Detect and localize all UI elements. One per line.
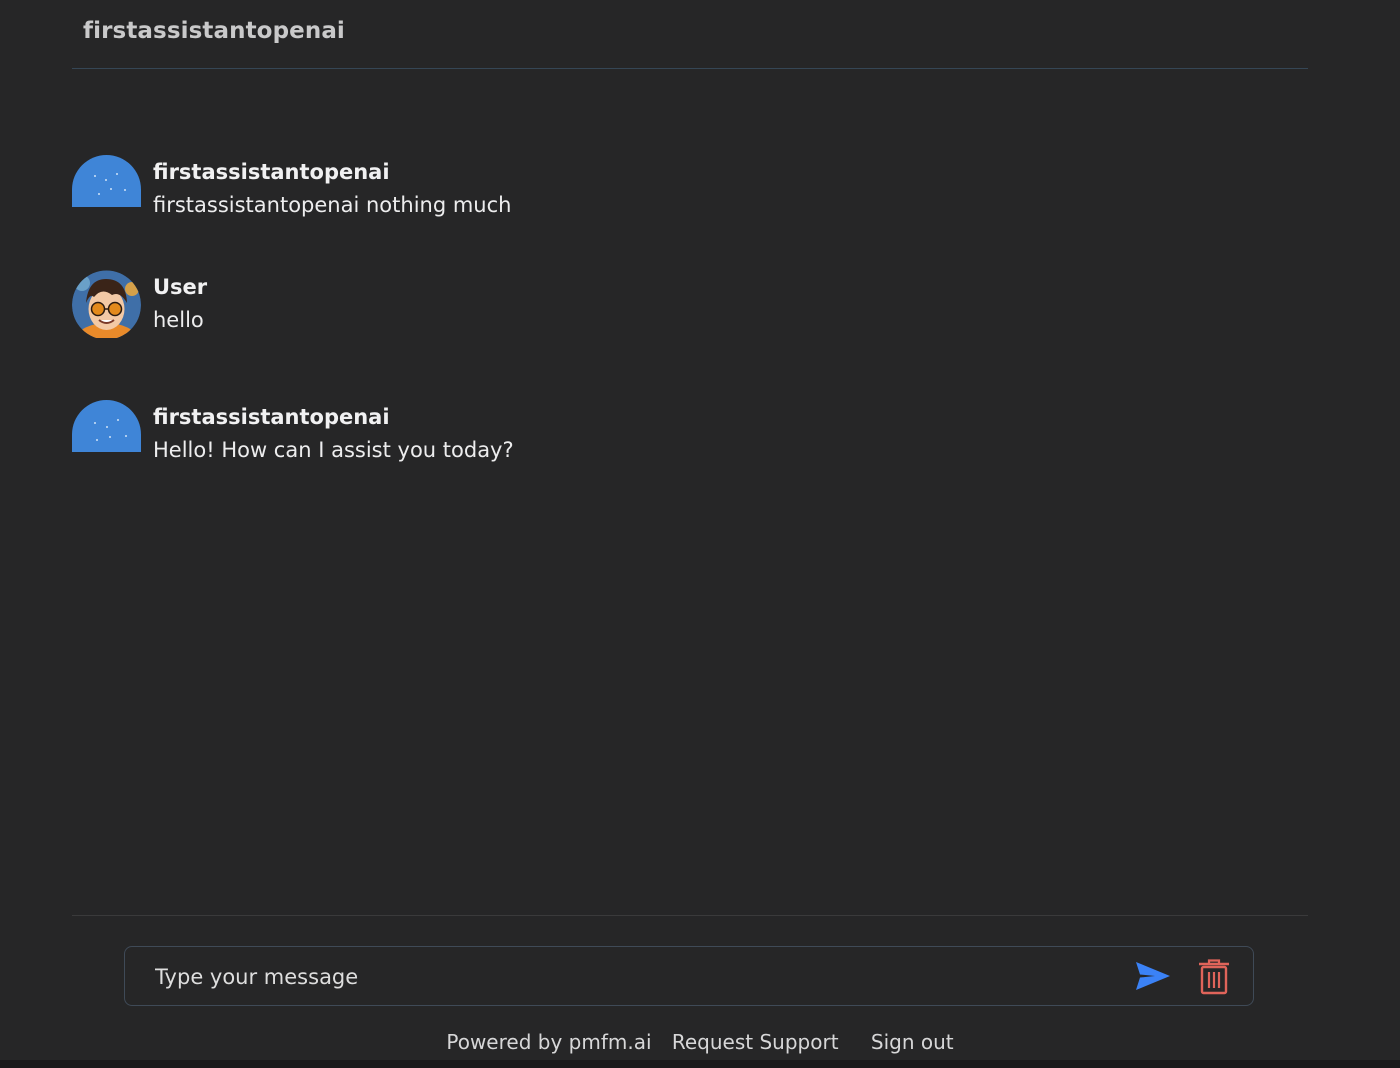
clear-chat-button[interactable] <box>1197 959 1231 995</box>
message-text: Hello! How can I assist you today? <box>153 438 514 462</box>
composer-divider <box>72 915 1308 916</box>
page-title: firstassistantopenai <box>83 18 345 44</box>
bot-avatar-icon <box>72 400 141 469</box>
footer: Powered by pmfm.ai Request Support Sign … <box>0 1030 1400 1054</box>
message-item: User hello <box>72 269 1308 341</box>
message-item: firstassistantopenai firstassistantopena… <box>72 155 1308 227</box>
message-author: firstassistantopenai <box>153 160 390 184</box>
trash-icon <box>1199 959 1229 995</box>
powered-by-link[interactable]: Powered by pmfm.ai <box>446 1030 651 1054</box>
sign-out-link[interactable]: Sign out <box>871 1030 954 1054</box>
message-input[interactable] <box>153 959 1117 995</box>
message-composer <box>124 946 1254 1006</box>
request-support-link[interactable]: Request Support <box>672 1030 839 1054</box>
message-author: firstassistantopenai <box>153 405 390 429</box>
bot-avatar-icon <box>72 155 141 224</box>
send-icon <box>1136 962 1170 990</box>
message-author: User <box>153 275 208 299</box>
header: firstassistantopenai <box>72 0 1308 69</box>
message-text: hello <box>153 308 204 332</box>
message-list: firstassistantopenai firstassistantopena… <box>72 155 1308 514</box>
user-avatar-icon <box>72 269 141 338</box>
window-bottom-edge <box>0 1060 1400 1068</box>
message-item: firstassistantopenai Hello! How can I as… <box>72 400 1308 472</box>
send-button[interactable] <box>1135 960 1171 992</box>
message-text: firstassistantopenai nothing much <box>153 193 512 217</box>
chat-app: firstassistantopenai firstassistantopena… <box>0 0 1400 1068</box>
